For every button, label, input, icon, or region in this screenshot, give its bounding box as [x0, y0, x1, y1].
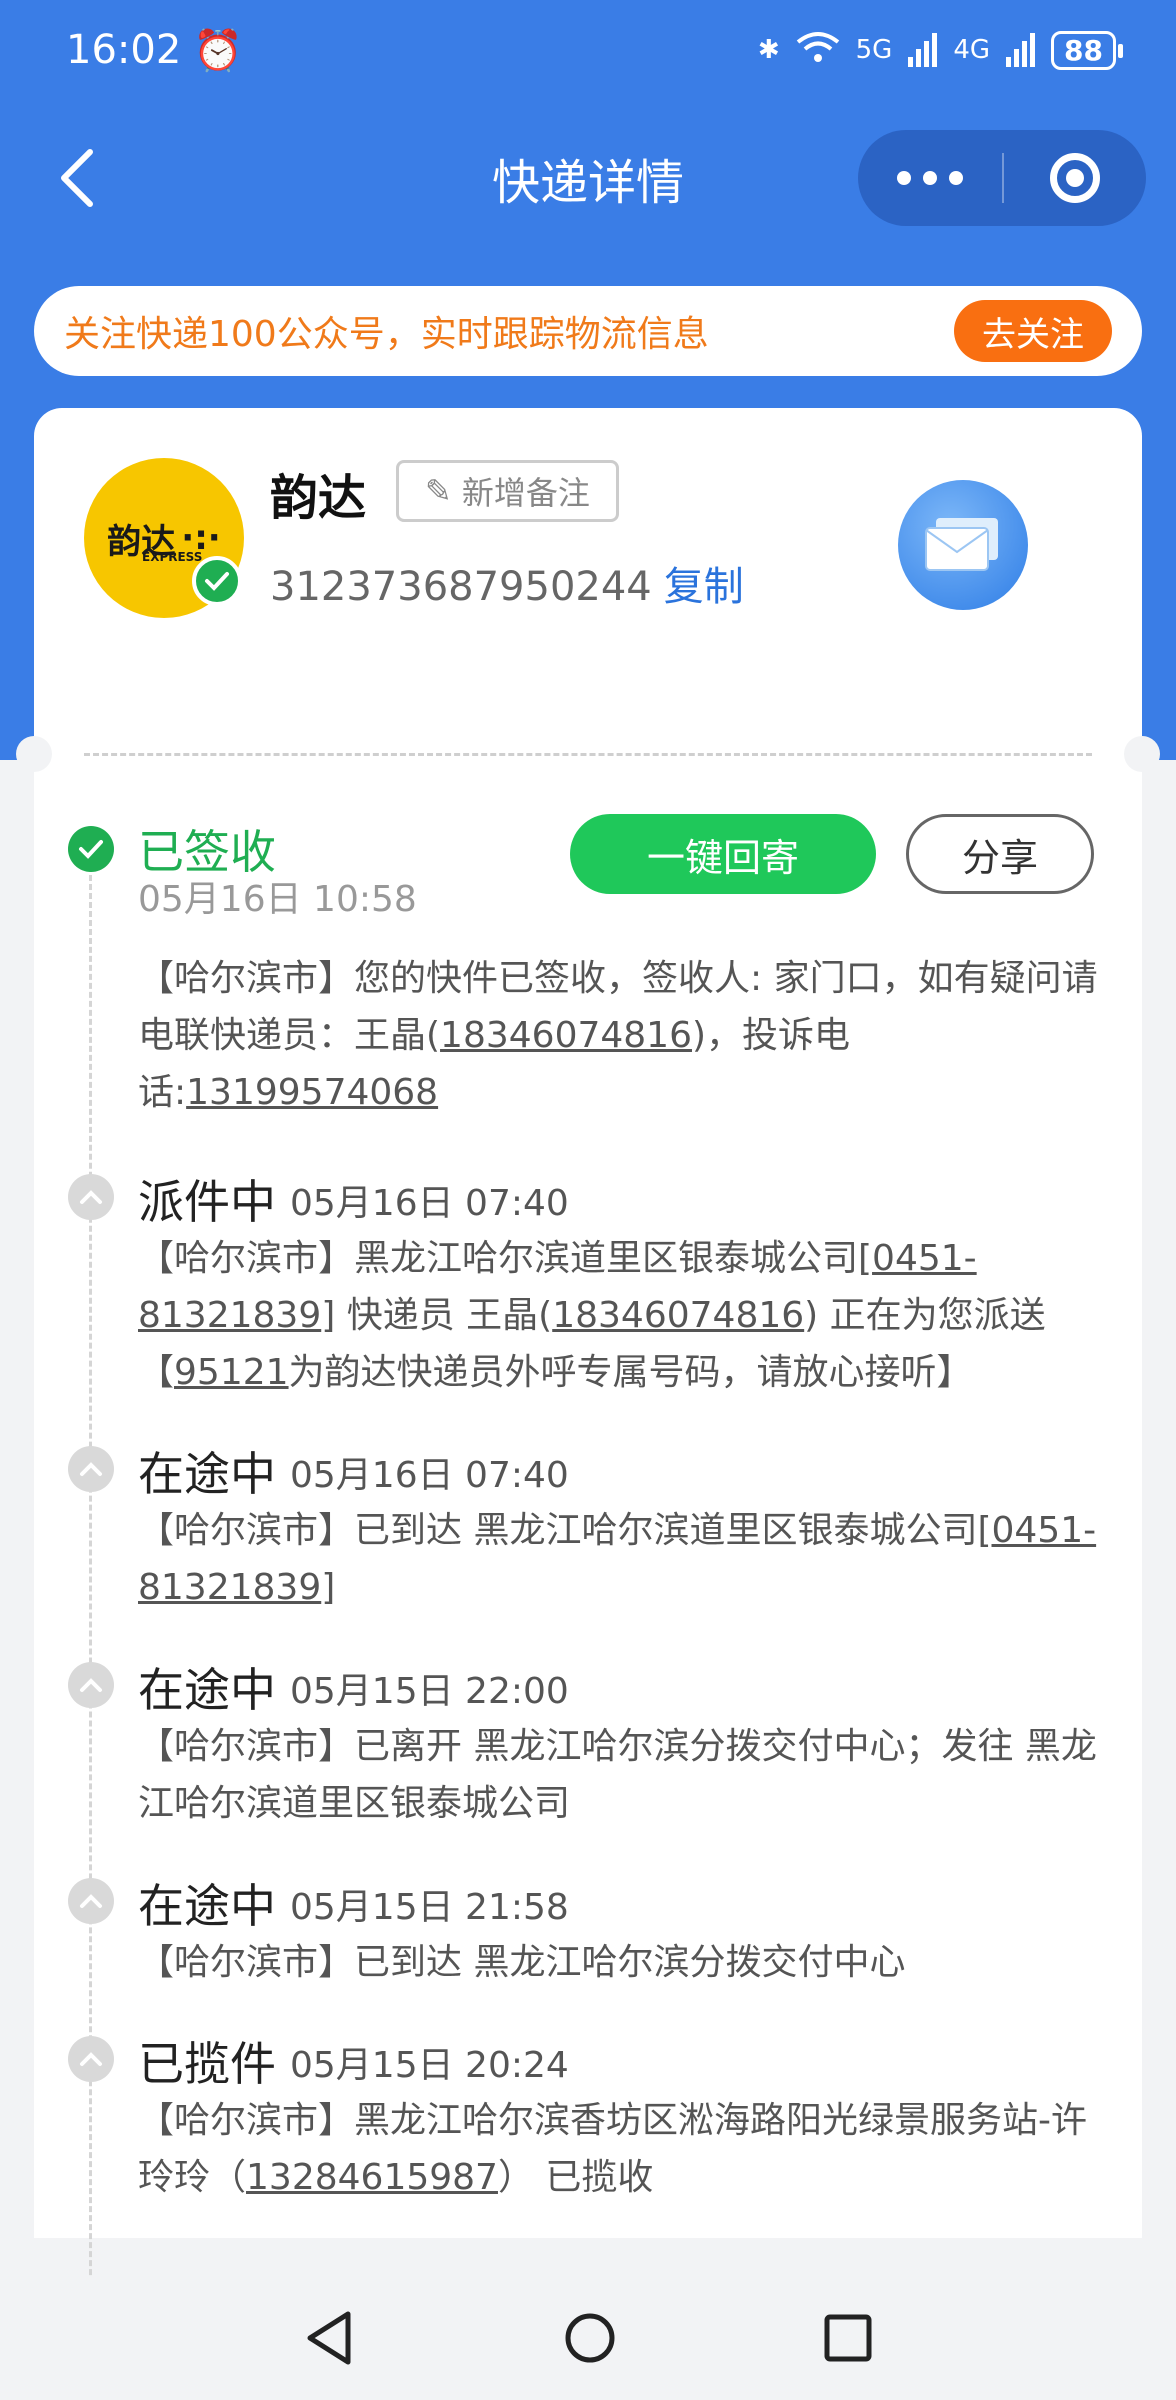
desc-text: 【哈尔滨市】已到达 黑龙江哈尔滨分拨交付中心 — [138, 1942, 906, 1983]
signal-4g-icon — [1006, 33, 1036, 67]
pencil-icon: ✎ — [425, 472, 452, 510]
verified-check-icon — [192, 556, 242, 606]
back-button[interactable] — [50, 146, 110, 210]
add-note-button[interactable]: ✎ 新增备注 — [396, 460, 619, 522]
event-description: 【哈尔滨市】已到达 黑龙江哈尔滨分拨交付中心 — [138, 1934, 1118, 1991]
follow-button[interactable]: 去关注 — [954, 300, 1112, 362]
alarm-icon: ⏰ — [193, 27, 244, 74]
signal-5g-icon — [908, 33, 938, 67]
status-time-group: 16:02 ⏰ — [66, 27, 243, 74]
wifi-icon — [796, 30, 840, 71]
event-time: 05月16日 07:40 — [290, 1183, 569, 1224]
chevron-up-icon — [68, 2036, 114, 2082]
timeline-line — [89, 848, 92, 2400]
network-5g-label: 5G — [855, 35, 893, 65]
desc-text: 为韵达快递员外呼专属号码，请放心接听】 — [288, 1352, 973, 1393]
chevron-up-icon — [68, 1878, 114, 1924]
event-description: 【哈尔滨市】您的快件已签收，签收人: 家门口，如有疑问请电联快递员：王晶(183… — [138, 950, 1118, 1121]
phone-link[interactable]: 18346074816 — [440, 1015, 692, 1056]
event-time: 05月16日 07:40 — [290, 1455, 569, 1496]
desc-text: 【哈尔滨市】黑龙江哈尔滨道里区银泰城公司[ — [138, 1238, 873, 1279]
tracking-number-row: 312373687950244 复制 — [270, 554, 744, 612]
miniapp-capsule — [858, 130, 1146, 226]
phone-link[interactable]: 95121 — [174, 1352, 289, 1393]
page-title: 快递详情 — [491, 155, 684, 211]
banner-text: 关注快递100公众号，实时跟踪物流信息 — [64, 314, 709, 355]
card-notch-right — [1124, 736, 1160, 772]
desc-text: 【哈尔滨市】已离开 黑龙江哈尔滨分拨交付中心；发往 黑龙江哈尔滨道里区银泰城公司 — [138, 1726, 1097, 1824]
battery-indicator: 88 — [1051, 30, 1123, 70]
event-description: 【哈尔滨市】已离开 黑龙江哈尔滨分拨交付中心；发往 黑龙江哈尔滨道里区银泰城公司 — [138, 1718, 1118, 1832]
return-ship-button[interactable]: 一键回寄 — [570, 814, 876, 894]
home-circle-icon[interactable] — [562, 2310, 618, 2366]
chevron-left-icon — [61, 149, 93, 207]
network-4g-label: 4G — [953, 35, 991, 65]
add-note-label: 新增备注 — [461, 474, 590, 512]
event-status: 已揽件 — [138, 2037, 276, 2091]
phone-link[interactable]: 13284615987 — [246, 2157, 498, 2198]
event-description: 【哈尔滨市】已到达 黑龙江哈尔滨道里区银泰城公司[0451-81321839] — [138, 1502, 1118, 1616]
back-triangle-icon[interactable] — [302, 2308, 358, 2368]
event-time: 05月16日 10:58 — [138, 879, 417, 920]
signed-check-icon — [68, 826, 114, 872]
company-name: 韵达 — [270, 470, 367, 526]
event-status: 在途中 — [138, 1447, 276, 1501]
status-time: 16:02 — [66, 27, 182, 73]
desc-text: 【哈尔滨市】已到达 黑龙江哈尔滨道里区银泰城公司[ — [138, 1510, 992, 1551]
tracking-number: 312373687950244 — [270, 564, 652, 610]
event-description: 【哈尔滨市】黑龙江哈尔滨香坊区淞海路阳光绿景服务站-许玲玲（1328461598… — [138, 2092, 1118, 2206]
card-notch-left — [16, 736, 52, 772]
target-icon — [1050, 153, 1100, 203]
chevron-up-icon — [68, 1662, 114, 1708]
recents-square-icon[interactable] — [822, 2312, 874, 2364]
bluetooth-icon: ✱ — [757, 35, 780, 65]
nav-bar: 快递详情 — [0, 120, 1176, 236]
status-bar: 16:02 ⏰ ✱ 5G 4G 88 — [0, 0, 1176, 100]
event-status: 在途中 — [138, 1663, 276, 1717]
event-time: 05月15日 22:00 — [290, 1671, 569, 1712]
share-button[interactable]: 分享 — [906, 814, 1094, 894]
event-time: 05月15日 20:24 — [290, 2045, 569, 2086]
card-divider — [84, 753, 1092, 756]
logo-sub: EXPRESS — [142, 550, 203, 564]
package-card: 韵达 ·:· EXPRESS 韵达 ✎ 新增备注 312373687950244… — [16, 408, 1160, 2400]
copy-button[interactable]: 复制 — [664, 564, 744, 610]
close-miniapp-button[interactable] — [1004, 153, 1146, 203]
event-description: 【哈尔滨市】黑龙江哈尔滨道里区银泰城公司[0451-81321839] 快递员 … — [138, 1230, 1118, 1401]
follow-banner: 关注快递100公众号，实时跟踪物流信息 去关注 — [34, 286, 1142, 376]
desc-text: ] — [321, 1567, 336, 1608]
event-status: 在途中 — [138, 1879, 276, 1933]
system-nav-bar — [0, 2276, 1176, 2400]
status-icons: ✱ 5G 4G 88 — [757, 30, 1123, 71]
mail-icon[interactable] — [898, 480, 1028, 610]
event-time: 05月15日 21:58 — [290, 1887, 569, 1928]
chevron-up-icon — [68, 1446, 114, 1492]
chevron-up-icon — [68, 1174, 114, 1220]
more-button[interactable] — [858, 171, 1002, 185]
event-status: 派件中 — [138, 1175, 276, 1229]
desc-text: ] 快递员 王晶( — [321, 1295, 553, 1336]
phone-link[interactable]: 13199574068 — [186, 1072, 438, 1113]
phone-link[interactable]: 18346074816 — [552, 1295, 804, 1336]
desc-text: ） 已揽收 — [497, 2157, 654, 2198]
